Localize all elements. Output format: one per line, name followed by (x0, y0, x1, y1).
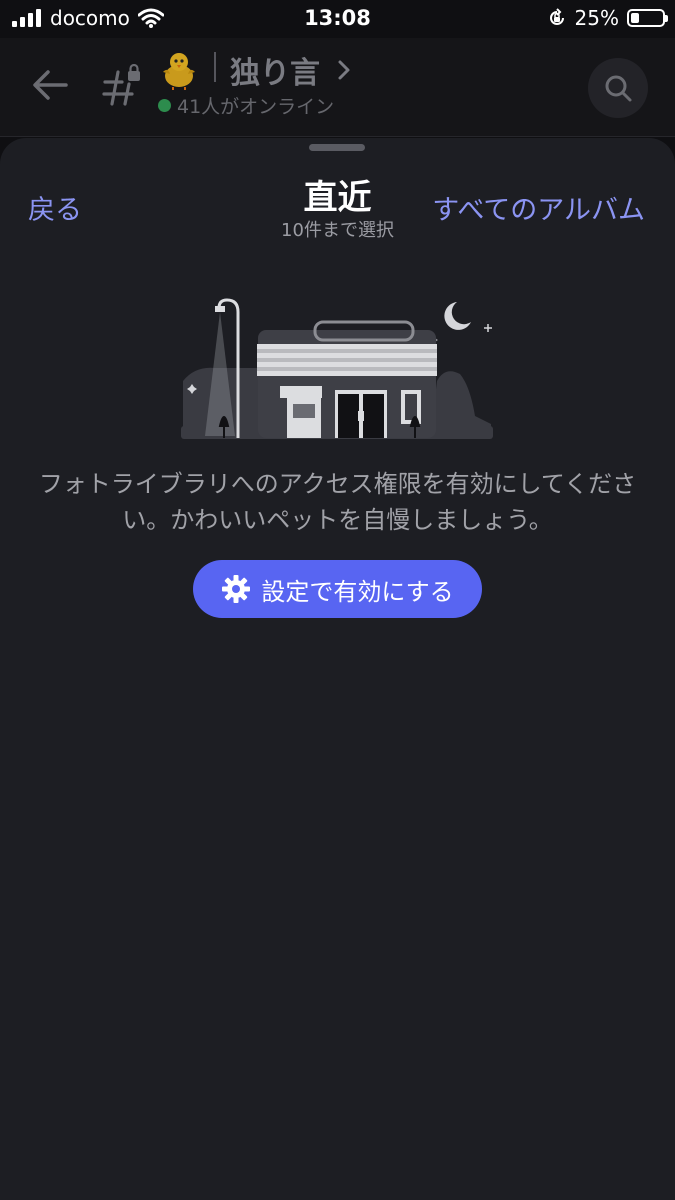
channel-name[interactable]: 独り言 (230, 48, 320, 92)
door-right (363, 394, 384, 438)
orientation-lock-icon (549, 8, 564, 25)
all-albums-button[interactable]: すべてのアルバム (432, 188, 645, 227)
battery-icon (627, 9, 668, 27)
battery-percent: 25% (574, 6, 619, 30)
enable-in-settings-button[interactable]: 設定で有効にする (193, 560, 482, 618)
moon-icon (444, 302, 471, 330)
locked-hash-icon (102, 64, 140, 106)
chat-header: 独り言 41人がオンライン (0, 38, 675, 137)
status-bar: docomo 13:08 25% (0, 0, 675, 38)
night-shop-illustration (181, 298, 493, 439)
photo-picker-sheet: 戻る 直近 10件まで選択 すべてのアルバム フォトライブラリへのアクセス権限を… (0, 138, 675, 1200)
sheet-grabber[interactable] (309, 144, 365, 151)
status-bar-right: 25% (547, 6, 668, 30)
permission-message: フォトライブラリへのアクセス権限を有効にしてください。かわいいペットを自慢しまし… (38, 470, 637, 534)
channel-emoji (158, 50, 200, 94)
gear-icon (222, 575, 251, 603)
search-button[interactable] (588, 58, 648, 118)
back-arrow-icon[interactable] (30, 68, 70, 102)
sparkle-icon (484, 324, 492, 332)
chick-emoji-icon (163, 53, 195, 90)
enable-button-label: 設定で有効にする (261, 577, 454, 606)
chevron-right-icon[interactable] (336, 58, 352, 82)
search-icon (605, 75, 632, 102)
online-count: 41人がオンライン (177, 96, 335, 118)
kiosk-roof (280, 386, 322, 398)
title-divider (214, 52, 216, 82)
online-dot (158, 99, 171, 112)
door-left (338, 394, 359, 438)
battery-fill (631, 13, 639, 23)
online-status: 41人がオンライン (158, 92, 334, 119)
